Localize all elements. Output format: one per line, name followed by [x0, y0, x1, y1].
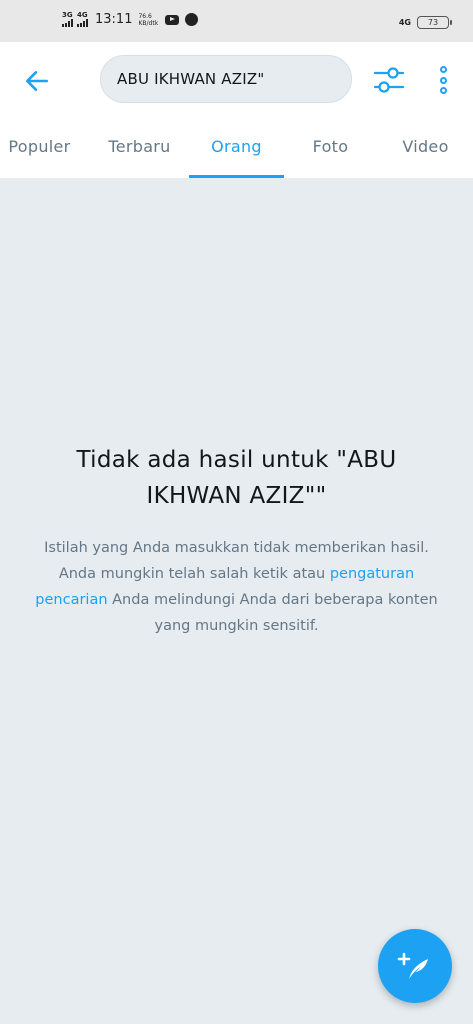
speed-value: 76.6 — [138, 12, 152, 20]
search-input[interactable]: ABU IKHWAN AZIZ" — [100, 55, 352, 103]
tab-video[interactable]: Video — [378, 130, 473, 178]
net-label-2: 4G — [77, 11, 88, 19]
tab-populer[interactable]: Populer — [0, 130, 87, 178]
active-tab-indicator — [189, 175, 284, 178]
clock: 13:11 — [95, 12, 133, 27]
search-filter-button[interactable] — [372, 63, 406, 97]
empty-state-title: Tidak ada hasil untuk "ABU IKHWAN AZIZ"" — [76, 447, 397, 509]
status-left: 3G 4G 13:11 76.6 KB/dtk — [62, 12, 199, 27]
tab-terbaru[interactable]: Terbaru — [92, 130, 187, 178]
signal-4g-icon: 4G — [77, 12, 88, 27]
sliders-icon — [373, 67, 405, 93]
youtube-icon — [165, 14, 180, 25]
desc-text-2: Anda melindungi Anda dari beberapa konte… — [107, 592, 438, 634]
arrow-left-icon — [25, 71, 49, 91]
search-tabs: Populer Terbaru Orang Foto Video — [0, 130, 473, 178]
tab-orang[interactable]: Orang — [189, 130, 284, 178]
search-header: ABU IKHWAN AZIZ" Populer Terbaru Orang F… — [0, 42, 473, 178]
signal-3g-icon: 3G — [62, 12, 73, 27]
search-query: ABU IKHWAN AZIZ" — [117, 70, 265, 88]
more-vertical-icon — [439, 66, 447, 73]
battery-level: 73 — [427, 18, 439, 27]
network-speed: 76.6 KB/dtk — [138, 13, 158, 27]
compose-tweet-button[interactable] — [378, 929, 452, 1003]
status-bar: 3G 4G 13:11 76.6 KB/dtk 4G 73 — [0, 0, 473, 42]
compose-tweet-icon — [397, 952, 428, 979]
tab-foto[interactable]: Foto — [283, 130, 378, 178]
more-options-button[interactable] — [432, 63, 454, 97]
status-right: 4G 73 — [398, 16, 452, 29]
speed-unit: KB/dtk — [138, 19, 159, 27]
net-label-1: 3G — [62, 11, 73, 19]
battery-icon: 73 — [417, 16, 452, 29]
back-button[interactable] — [22, 66, 52, 96]
empty-state-description: Istilah yang Anda masukkan tidak memberi… — [30, 535, 443, 639]
chat-bubble-icon — [185, 13, 199, 26]
lte-icon: 4G — [398, 18, 411, 27]
